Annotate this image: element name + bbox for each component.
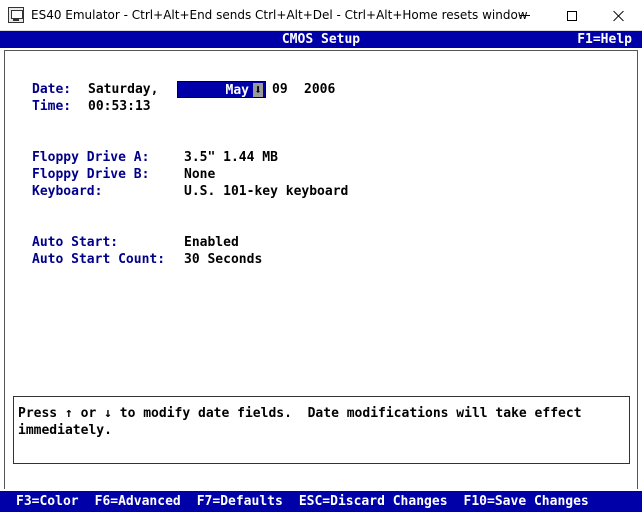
keyboard-label: Keyboard:: [32, 184, 103, 199]
header-bar: CMOS Setup F1=Help: [0, 31, 642, 48]
monitor-icon: [8, 7, 24, 23]
auto-start-label: Auto Start:: [32, 235, 119, 250]
f3-color-key[interactable]: F3=Color: [16, 494, 79, 509]
minimize-icon: [520, 15, 530, 16]
close-button[interactable]: [596, 0, 642, 31]
date-year-field[interactable]: 2006: [304, 82, 335, 97]
auto-start-field[interactable]: Enabled: [184, 235, 239, 250]
floppy-b-label: Floppy Drive B:: [32, 167, 150, 182]
function-key-bar: F3=Color F6=Advanced F7=Defaults ESC=Dis…: [0, 489, 642, 512]
keyboard-field[interactable]: U.S. 101-key keyboard: [184, 184, 348, 199]
page-title: CMOS Setup: [281, 32, 361, 47]
auto-start-count-label: Auto Start Count:: [32, 252, 166, 267]
date-day-field[interactable]: 09: [272, 82, 288, 97]
window-titlebar: ES40 Emulator - Ctrl+Alt+End sends Ctrl+…: [0, 0, 642, 31]
help-text: Press ↑ or ↓ to modify date fields. Date…: [18, 406, 590, 438]
date-weekday: Saturday,: [88, 82, 159, 97]
time-label: Time:: [32, 99, 72, 114]
time-field[interactable]: 00:53:13: [88, 99, 151, 114]
emulator-screen[interactable]: CMOS Setup F1=Help Date: Saturday, May ⬇…: [0, 31, 642, 512]
esc-discard-key[interactable]: ESC=Discard Changes: [299, 494, 448, 509]
date-month-field[interactable]: May ⬇: [177, 81, 266, 98]
maximize-button[interactable]: [549, 0, 595, 31]
f6-advanced-key[interactable]: F6=Advanced: [95, 494, 181, 509]
floppy-a-field[interactable]: 3.5" 1.44 MB: [184, 150, 278, 165]
date-month-value: May: [225, 83, 249, 98]
down-arrow-icon[interactable]: ⬇: [253, 83, 263, 98]
auto-start-count-field[interactable]: 30 Seconds: [184, 252, 262, 267]
help-key-hint[interactable]: F1=Help: [577, 32, 632, 47]
floppy-a-label: Floppy Drive A:: [32, 150, 150, 165]
minimize-button[interactable]: [502, 0, 548, 31]
window-title: ES40 Emulator - Ctrl+Alt+End sends Ctrl+…: [31, 8, 528, 22]
date-label: Date:: [32, 82, 72, 97]
close-icon: [613, 10, 625, 22]
help-box: Press ↑ or ↓ to modify date fields. Date…: [13, 396, 630, 464]
floppy-b-field[interactable]: None: [184, 167, 215, 182]
f10-save-key[interactable]: F10=Save Changes: [464, 494, 589, 509]
f7-defaults-key[interactable]: F7=Defaults: [197, 494, 283, 509]
maximize-icon: [567, 10, 577, 21]
